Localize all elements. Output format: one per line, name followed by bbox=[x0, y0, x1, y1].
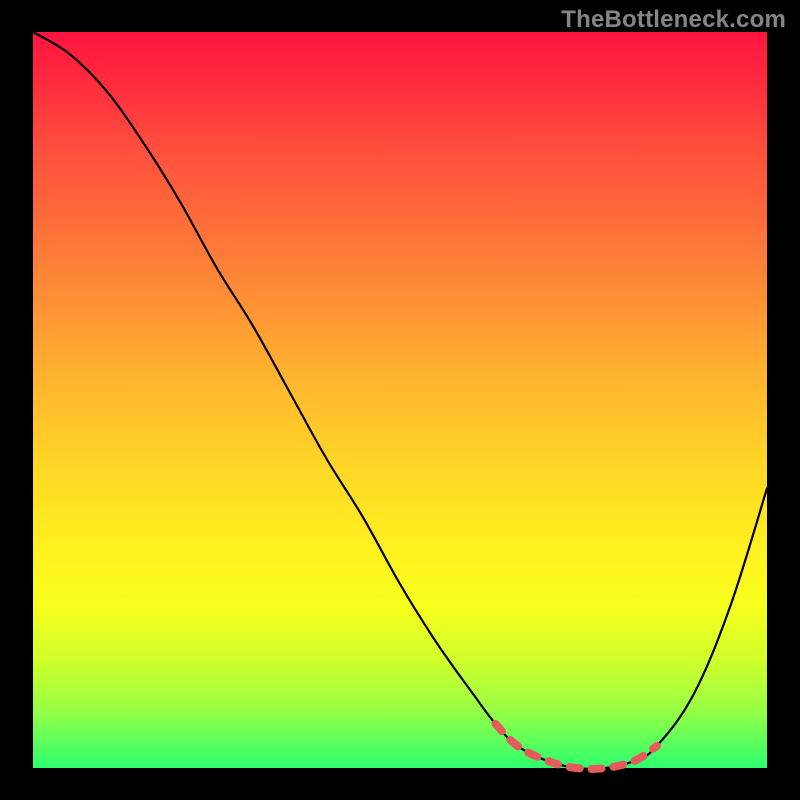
bottleneck-curve bbox=[33, 32, 767, 769]
plot-area bbox=[33, 32, 767, 768]
highlight-band bbox=[495, 724, 656, 769]
chart-svg bbox=[33, 32, 767, 768]
watermark-text: TheBottleneck.com bbox=[561, 6, 786, 34]
chart-frame: TheBottleneck.com bbox=[0, 0, 800, 800]
